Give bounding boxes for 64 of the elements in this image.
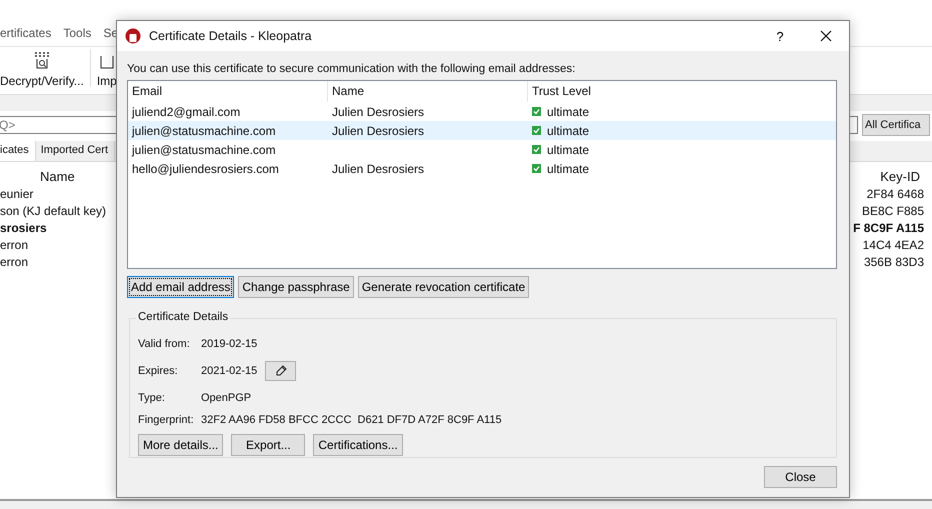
details-button[interactable]: More details... <box>138 434 224 456</box>
table-cell: eunier <box>0 186 34 203</box>
table-cell-text: juliend2@gmail.com <box>130 104 242 118</box>
table-cell: erron <box>0 254 28 271</box>
menu-item[interactable]: Tools <box>63 26 92 40</box>
group-title: Certificate Details <box>136 311 230 323</box>
tab[interactable]: icates <box>0 141 36 161</box>
table-cell: BE8C F885 <box>862 203 924 220</box>
magnifier-document-icon <box>32 51 51 69</box>
field-label: Expires: <box>138 365 179 377</box>
table-cell: Julien Desrosiers <box>332 162 424 176</box>
table-cell: srosiers <box>0 220 47 237</box>
toolbar-button[interactable]: Imp <box>96 51 117 88</box>
table-cell: ultimate <box>547 162 590 176</box>
table-cell: Julien Desrosiers <box>332 104 424 118</box>
check-icon <box>532 107 541 116</box>
table-cell-text: julien@statusmachine.com <box>130 124 277 138</box>
window-title: Certificate Details - Kleopatra <box>149 29 312 43</box>
table-cell: erron <box>0 237 28 254</box>
field-label: Valid from: <box>138 338 191 350</box>
close-icon <box>820 30 832 42</box>
table-cell: ultimate <box>547 124 590 138</box>
column-header[interactable]: Key-ID <box>880 169 920 184</box>
field-value: 2021-02-15 <box>201 365 258 377</box>
close-button[interactable]: Close <box>764 466 837 488</box>
table-cell: ultimate <box>547 142 590 156</box>
toolbar-button[interactable]: Decrypt/Verify... <box>0 51 84 88</box>
table-cell: son (KJ default key) <box>0 203 106 220</box>
intro-text: You can use this certificate to secure communication with the following email addresses: <box>127 63 576 75</box>
field-label: Type: <box>138 392 166 404</box>
check-icon <box>532 126 541 135</box>
table-cell: 356B 83D3 <box>864 254 924 271</box>
table-row[interactable]: julien@statusmachine.com ultimate <box>128 140 836 159</box>
check-icon <box>532 145 541 154</box>
details-button[interactable]: Certifications... <box>313 434 403 456</box>
column-header[interactable]: Name <box>328 81 528 102</box>
table-cell-text: julien@statusmachine.com <box>130 142 277 156</box>
edit-button[interactable] <box>265 361 296 381</box>
field-label: Fingerprint: <box>138 414 195 426</box>
column-header[interactable]: Trust Level <box>528 81 836 102</box>
menu-item[interactable]: ertificates <box>0 26 52 40</box>
check-icon <box>532 164 541 173</box>
table-cell-text: hello@juliendesrosiers.com <box>131 162 280 176</box>
table-cell: 2F84 6468 <box>866 186 924 203</box>
table-cell: F 8C9F A115 <box>853 220 924 237</box>
details-button[interactable]: Export... <box>231 434 306 456</box>
table-row[interactable]: julien@statusmachine.com Julien Desrosiers ultimate <box>128 121 836 140</box>
action-button[interactable]: Change passphrase <box>238 276 354 298</box>
pencil-icon <box>274 365 287 377</box>
field-value: 2019-02-15 <box>201 338 258 350</box>
table-row[interactable]: juliend2@gmail.com Julien Desrosiers ultimate <box>128 102 836 121</box>
help-button[interactable]: ? <box>757 21 803 51</box>
filter-dropdown[interactable]: All Certifica <box>862 114 930 136</box>
table-cell: Julien Desrosiers <box>332 124 424 138</box>
field-value: OpenPGP <box>201 392 252 404</box>
action-button[interactable]: Generate revocation certificate <box>358 276 530 298</box>
table-cell: 14C4 4EA2 <box>862 237 924 254</box>
table-cell: ultimate <box>547 104 590 118</box>
action-button[interactable]: Add email address <box>127 276 234 298</box>
field-value: 32F2 AA96 FD58 BFCC 2CCC D621 DF7D A72F 8C9F A115 <box>201 414 502 426</box>
table-row[interactable]: hello@juliendesrosiers.com Julien Desrosiers ultimate <box>128 159 836 178</box>
column-header[interactable]: Name <box>40 169 75 184</box>
column-header[interactable]: Email <box>128 81 328 102</box>
app-icon <box>125 28 141 44</box>
